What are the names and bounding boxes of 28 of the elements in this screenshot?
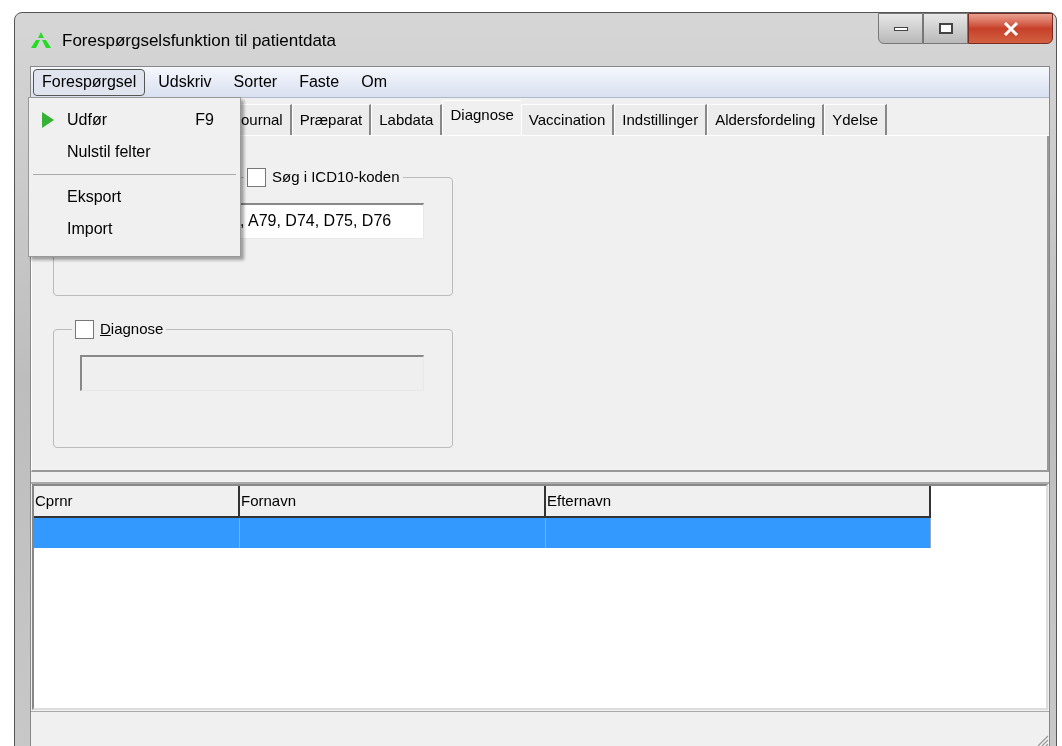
tab[interactable]: Præparat: [291, 104, 372, 135]
close-button[interactable]: [968, 13, 1053, 44]
menu-item[interactable]: Faste: [290, 68, 349, 96]
play-icon: [41, 111, 55, 129]
checkbox-label: Søg i ICD10-koden: [272, 167, 400, 187]
shortcut-label: F9: [195, 110, 214, 130]
resize-grip-icon: [1035, 733, 1049, 746]
app-logo-icon: [30, 30, 52, 51]
column-header[interactable]: Fornavn: [240, 486, 546, 518]
maximize-button[interactable]: [923, 13, 968, 44]
tab[interactable]: Ydelse: [824, 104, 888, 135]
tab[interactable]: Labdata: [371, 104, 443, 135]
menu-entry[interactable]: Nulstil felter: [29, 136, 240, 168]
menu-item[interactable]: Sorter: [224, 68, 287, 96]
checkbox[interactable]: [247, 167, 266, 187]
close-icon: [1002, 21, 1019, 36]
tab[interactable]: Vaccination: [520, 104, 615, 135]
tab[interactable]: Indstillinger: [614, 104, 708, 135]
menu-item[interactable]: Forespørgsel: [33, 68, 146, 96]
column-header[interactable]: Efternavn: [546, 486, 931, 518]
column-header[interactable]: Cprnr: [34, 486, 240, 518]
minimize-button[interactable]: [878, 13, 923, 44]
menu-item[interactable]: Om: [352, 68, 396, 96]
menu-item[interactable]: Udskriv: [149, 68, 221, 96]
tab[interactable]: Aldersfordeling: [707, 104, 825, 135]
window-title: Forespørgselsfunktion til patientdata: [62, 30, 337, 52]
tab[interactable]: Diagnose: [442, 100, 521, 135]
checkbox-label: Diagnose: [100, 319, 164, 339]
